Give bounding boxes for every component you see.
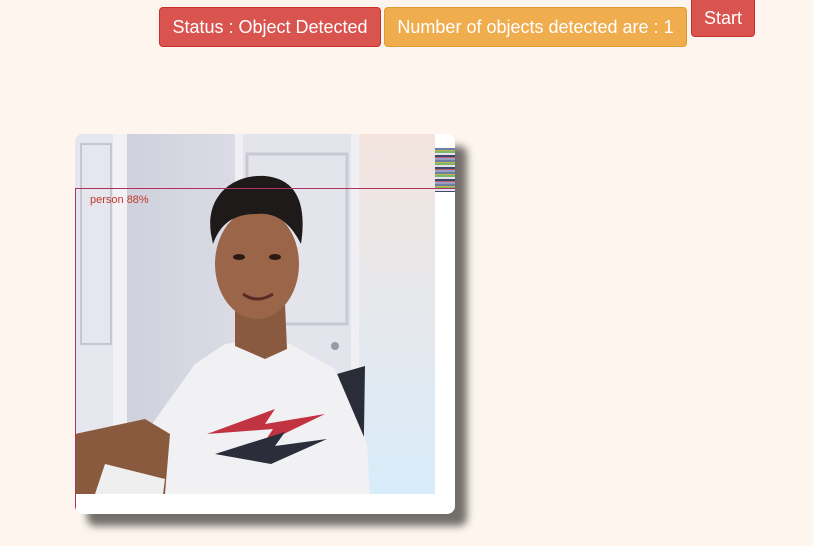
detection-bounding-box <box>75 188 455 514</box>
object-count-badge: Number of objects detected are : 1 <box>384 7 687 47</box>
video-artifact-strip <box>435 148 455 192</box>
webcam-card: person 88% <box>75 134 455 514</box>
status-badge: Status : Object Detected <box>159 7 381 47</box>
detection-label: person 88% <box>90 194 149 206</box>
start-button[interactable]: Start <box>691 0 755 37</box>
top-bar: Status : Object Detected Number of objec… <box>0 0 813 60</box>
